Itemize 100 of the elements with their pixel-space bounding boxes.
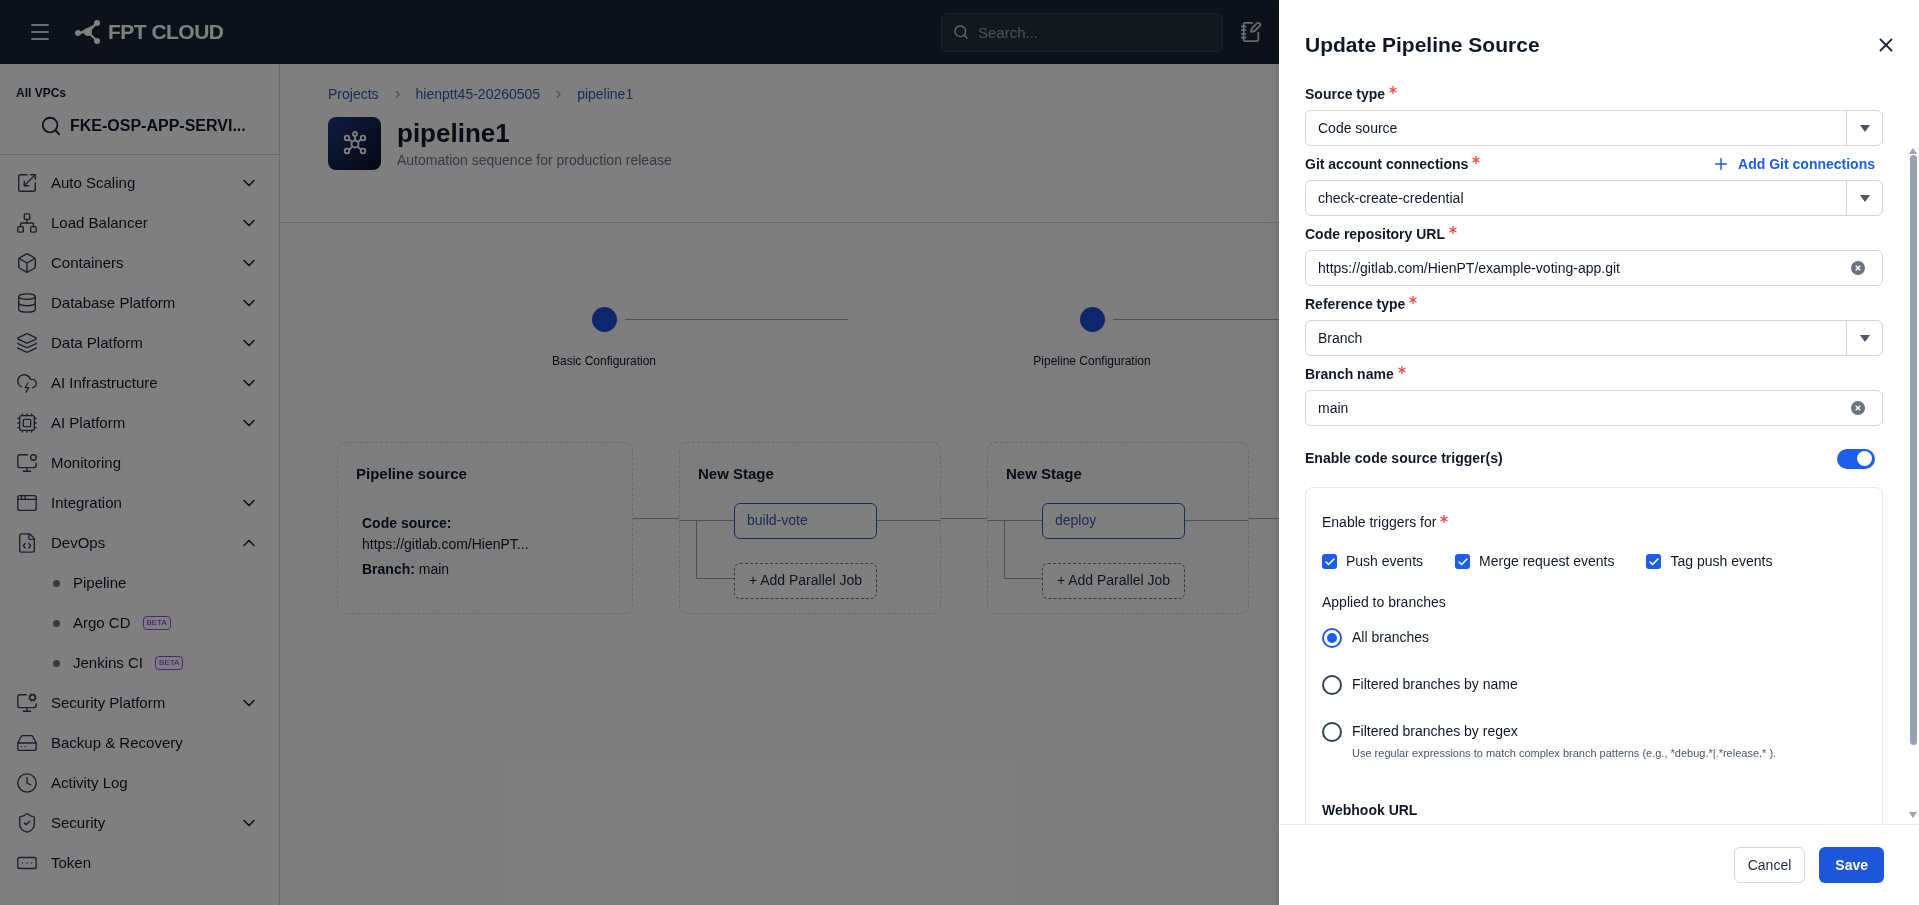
event-checkbox[interactable]: Tag push events bbox=[1646, 551, 1773, 572]
sidebar-item[interactable]: Security Platform bbox=[0, 683, 279, 723]
event-checkbox[interactable]: Merge request events bbox=[1455, 551, 1615, 572]
clear-icon[interactable] bbox=[1851, 261, 1865, 275]
search-icon bbox=[40, 115, 62, 137]
sidebar-item[interactable]: Activity Log bbox=[0, 763, 279, 803]
app-window-icon bbox=[16, 492, 38, 514]
stage-title: New Stage bbox=[697, 464, 775, 484]
stage-card[interactable]: New Stage deploy + Add Parallel Job bbox=[987, 442, 1249, 614]
cancel-button[interactable]: Cancel bbox=[1733, 847, 1806, 883]
sidebar-label: Argo CD bbox=[73, 612, 131, 633]
save-button[interactable]: Save bbox=[1819, 847, 1884, 883]
select-field[interactable]: check-create-credential bbox=[1305, 180, 1883, 216]
search-field[interactable]: Search... bbox=[941, 12, 1223, 52]
breadcrumb-link[interactable]: hienptt45-20260505 bbox=[415, 84, 541, 105]
layers-icon bbox=[16, 332, 38, 354]
sidebar-label: Integration bbox=[51, 492, 123, 513]
clear-icon[interactable] bbox=[1851, 401, 1865, 415]
field-label: Branch name bbox=[1305, 364, 1394, 384]
sidebar-item[interactable]: Database Platform bbox=[0, 283, 279, 323]
search-icon bbox=[953, 23, 969, 40]
repository-url: https://gitlab.com/HienPT... bbox=[362, 534, 530, 554]
branch-radio[interactable]: Filtered branches by regex bbox=[1322, 721, 1866, 742]
sidebar-label: Token bbox=[51, 852, 93, 873]
scaling-icon bbox=[16, 172, 38, 194]
chip-icon bbox=[16, 412, 38, 434]
scroll-down-icon[interactable] bbox=[1909, 812, 1917, 818]
branch-text: Branch: main bbox=[362, 559, 451, 579]
sidebar-label: AI Infrastructure bbox=[51, 372, 159, 393]
sidebar-label: AI Platform bbox=[51, 412, 127, 433]
sidebar-label: DevOps bbox=[51, 532, 107, 553]
beta-badge: BETA bbox=[155, 656, 184, 670]
sidebar-subitem[interactable]: Jenkins CI BETA bbox=[0, 643, 279, 683]
branches-label: Applied to branches bbox=[1322, 593, 1447, 612]
page-subtitle: Automation sequence for production release bbox=[397, 150, 672, 170]
monitor-icon bbox=[16, 452, 38, 474]
vpc-label: All VPCs bbox=[16, 85, 67, 102]
add-git-connections-link[interactable]: Add Git connections bbox=[1712, 153, 1883, 175]
breadcrumb-link[interactable]: Projects bbox=[328, 84, 379, 105]
sidebar-item[interactable]: Monitoring bbox=[0, 443, 279, 483]
sidebar-label: Pipeline bbox=[73, 572, 127, 593]
sidebar-item[interactable]: Containers bbox=[0, 243, 279, 283]
sidebar-label: Containers bbox=[51, 252, 125, 273]
sidebar-item[interactable]: Security bbox=[0, 803, 279, 843]
field-label: Source type bbox=[1305, 84, 1386, 104]
stage-card[interactable]: New Stage build-vote + Add Parallel Job bbox=[679, 442, 941, 614]
input-field[interactable]: main bbox=[1305, 390, 1883, 426]
sidebar-item[interactable]: DevOps bbox=[0, 523, 279, 563]
add-parallel-job-button[interactable]: + Add Parallel Job bbox=[734, 562, 877, 599]
box-icon bbox=[16, 252, 38, 274]
sidebar-label: Security bbox=[51, 812, 107, 833]
stage-title: New Stage bbox=[1005, 464, 1083, 484]
toggle-label: Enable code source trigger(s) bbox=[1305, 449, 1503, 468]
page-title: pipeline1 bbox=[397, 117, 511, 150]
sidebar-label: Database Platform bbox=[51, 292, 177, 313]
branch-radio[interactable]: All branches bbox=[1322, 627, 1866, 648]
field-label: Code repository URL bbox=[1305, 224, 1445, 244]
triggers-label: Enable triggers for bbox=[1322, 513, 1437, 532]
pipeline-source-card[interactable]: Pipeline source Code source: https://gitlab.com/HienPT... Branch: main bbox=[337, 442, 633, 614]
sidebar-item[interactable]: AI Infrastructure bbox=[0, 363, 279, 403]
input-field[interactable]: https://gitlab.com/HienPT/example-voting-app.git bbox=[1305, 250, 1883, 286]
sidebar-subitem[interactable]: Pipeline bbox=[0, 563, 279, 603]
card-title: Pipeline source bbox=[356, 464, 468, 484]
sidebar-label: Jenkins CI bbox=[73, 652, 144, 673]
sidebar-item[interactable]: Integration bbox=[0, 483, 279, 523]
add-parallel-job-button[interactable]: + Add Parallel Job bbox=[1042, 562, 1185, 599]
sidebar-item[interactable]: Load Balancer bbox=[0, 203, 279, 243]
select-field[interactable]: Code source bbox=[1305, 110, 1883, 146]
beta-badge: BETA bbox=[142, 616, 171, 630]
cloud-lightning-icon bbox=[16, 372, 38, 394]
field-label: Git account connections bbox=[1305, 154, 1469, 174]
sidebar-item[interactable]: Token bbox=[0, 843, 279, 883]
vpc-selector[interactable]: FKE-OSP-APP-SERVI... bbox=[16, 114, 263, 138]
sidebar-label: Security Platform bbox=[51, 692, 167, 713]
hard-drive-icon bbox=[16, 732, 38, 754]
branch-radio[interactable]: Filtered branches by name bbox=[1322, 674, 1866, 695]
network-icon bbox=[16, 212, 38, 234]
brand-logo[interactable]: FPT CLOUD bbox=[74, 16, 224, 48]
dropdown-caret-icon bbox=[1859, 334, 1870, 342]
event-checkbox[interactable]: Push events bbox=[1322, 551, 1424, 572]
select-field[interactable]: Branch bbox=[1305, 320, 1883, 356]
notes-icon[interactable] bbox=[1240, 21, 1262, 43]
breadcrumb-link[interactable]: pipeline1 bbox=[577, 84, 634, 105]
sidebar-label: Backup & Recovery bbox=[51, 732, 184, 753]
code-source-label: Code source: bbox=[362, 513, 453, 533]
clock-icon bbox=[16, 772, 38, 794]
job-node[interactable]: build-vote bbox=[734, 502, 877, 539]
sidebar-label: Load Balancer bbox=[51, 212, 149, 233]
sidebar-item[interactable]: AI Platform bbox=[0, 403, 279, 443]
sidebar-label: Monitoring bbox=[51, 452, 123, 473]
sidebar-label: Auto Scaling bbox=[51, 172, 137, 193]
sidebar-item[interactable]: Auto Scaling bbox=[0, 163, 279, 203]
sidebar-item[interactable]: Backup & Recovery bbox=[0, 723, 279, 763]
sidebar-label: Activity Log bbox=[51, 772, 129, 793]
job-node[interactable]: deploy bbox=[1042, 502, 1185, 539]
sidebar-label: Data Platform bbox=[51, 332, 144, 353]
sidebar-subitem[interactable]: Argo CD BETA bbox=[0, 603, 279, 643]
sidebar-item[interactable]: Data Platform bbox=[0, 323, 279, 363]
trigger-toggle[interactable] bbox=[1837, 448, 1875, 469]
step-label: Basic Configuration bbox=[551, 353, 657, 370]
